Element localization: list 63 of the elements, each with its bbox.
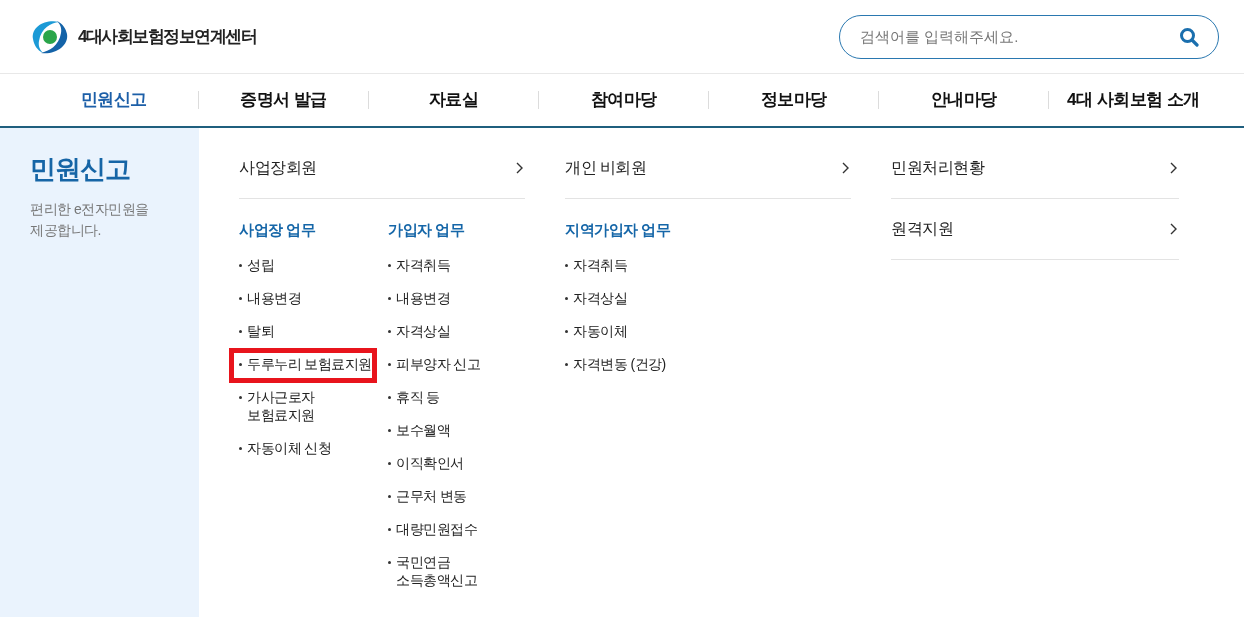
bullet-icon [388,363,391,366]
nav-tab[interactable]: 증명서 발급 [199,80,368,120]
menu-link[interactable]: 원격지원 [891,199,1179,260]
submenu-link[interactable]: 내용변경 [388,289,450,307]
chevron-right-icon [516,162,523,174]
submenu-link[interactable]: 근무처 변동 [388,487,467,505]
submenu-link[interactable]: 자동이체 [565,322,627,340]
menu-link[interactable]: 개인 비회원 [565,138,851,199]
group-heading: 가입자 업무 [388,220,466,240]
panel-title: 민원신고 [30,153,131,185]
group-heading: 지역가입자 업무 [565,220,671,240]
submenu-link[interactable]: 내용변경 [239,289,301,307]
bullet-icon [388,264,391,267]
nav-tab[interactable]: 정보마당 [709,80,878,120]
chevron-right-icon [1170,223,1177,235]
bullet-icon [388,396,391,399]
submenu-link[interactable]: 이직확인서 [388,454,464,472]
bullet-icon [388,462,391,465]
bullet-icon [239,447,242,450]
submenu-link[interactable]: 자격변동 (건강) [565,355,666,373]
nav-tab[interactable]: 참여마당 [539,80,708,120]
submenu-link[interactable]: 피부양자 신고 [388,355,481,373]
submenu-link[interactable]: 국민연금 소득총액신고 [388,553,477,589]
menu-link[interactable]: 민원처리현황 [891,138,1179,199]
submenu-link[interactable]: 자격취득 [565,256,627,274]
submenu-link[interactable]: 자격상실 [388,322,450,340]
site-title[interactable]: 4대사회보험정보연계센터 [78,23,257,50]
nav-tab[interactable]: 자료실 [369,80,538,120]
bullet-icon [565,264,568,267]
submenu-link[interactable]: 대량민원접수 [388,520,477,538]
bullet-icon [388,495,391,498]
submenu-link[interactable]: 탈퇴 [239,322,274,340]
submenu-link[interactable]: 성립 [239,256,274,274]
bullet-icon [239,330,242,333]
bullet-icon [388,561,391,564]
chevron-right-icon [1170,162,1177,174]
submenu-link[interactable]: 보수월액 [388,421,450,439]
bullet-icon [565,330,568,333]
submenu-link[interactable]: 가사근로자 보험료지원 [239,388,315,424]
search-icon[interactable] [1179,26,1199,47]
submenu-link[interactable]: 자격취득 [388,256,450,274]
submenu-link[interactable]: 두루누리 보험료지원 [239,355,372,373]
bullet-icon [565,363,568,366]
menu-link[interactable]: 사업장회원 [239,138,525,199]
nav-tab[interactable]: 안내마당 [879,80,1048,120]
nav-tab[interactable]: 민원신고 [29,80,198,120]
chevron-right-icon [842,162,849,174]
bullet-icon [388,429,391,432]
panel-description: 편리한 e전자민원을 제공합니다. [30,200,150,240]
bullet-icon [239,396,242,399]
submenu-link[interactable]: 자동이체 신청 [239,439,332,457]
submenu-link[interactable]: 자격상실 [565,289,627,307]
search-field[interactable]: 검색어를 입력해주세요. [839,14,1219,59]
bullet-icon [388,330,391,333]
bullet-icon [239,264,242,267]
group-heading: 사업장 업무 [239,220,317,240]
bullet-icon [239,363,242,366]
bullet-icon [388,528,391,531]
bullet-icon [239,297,242,300]
nav-tab[interactable]: 4대 사회보험 소개 [1049,80,1218,120]
bullet-icon [565,297,568,300]
bullet-icon [388,297,391,300]
submenu-link[interactable]: 휴직 등 [388,388,440,406]
